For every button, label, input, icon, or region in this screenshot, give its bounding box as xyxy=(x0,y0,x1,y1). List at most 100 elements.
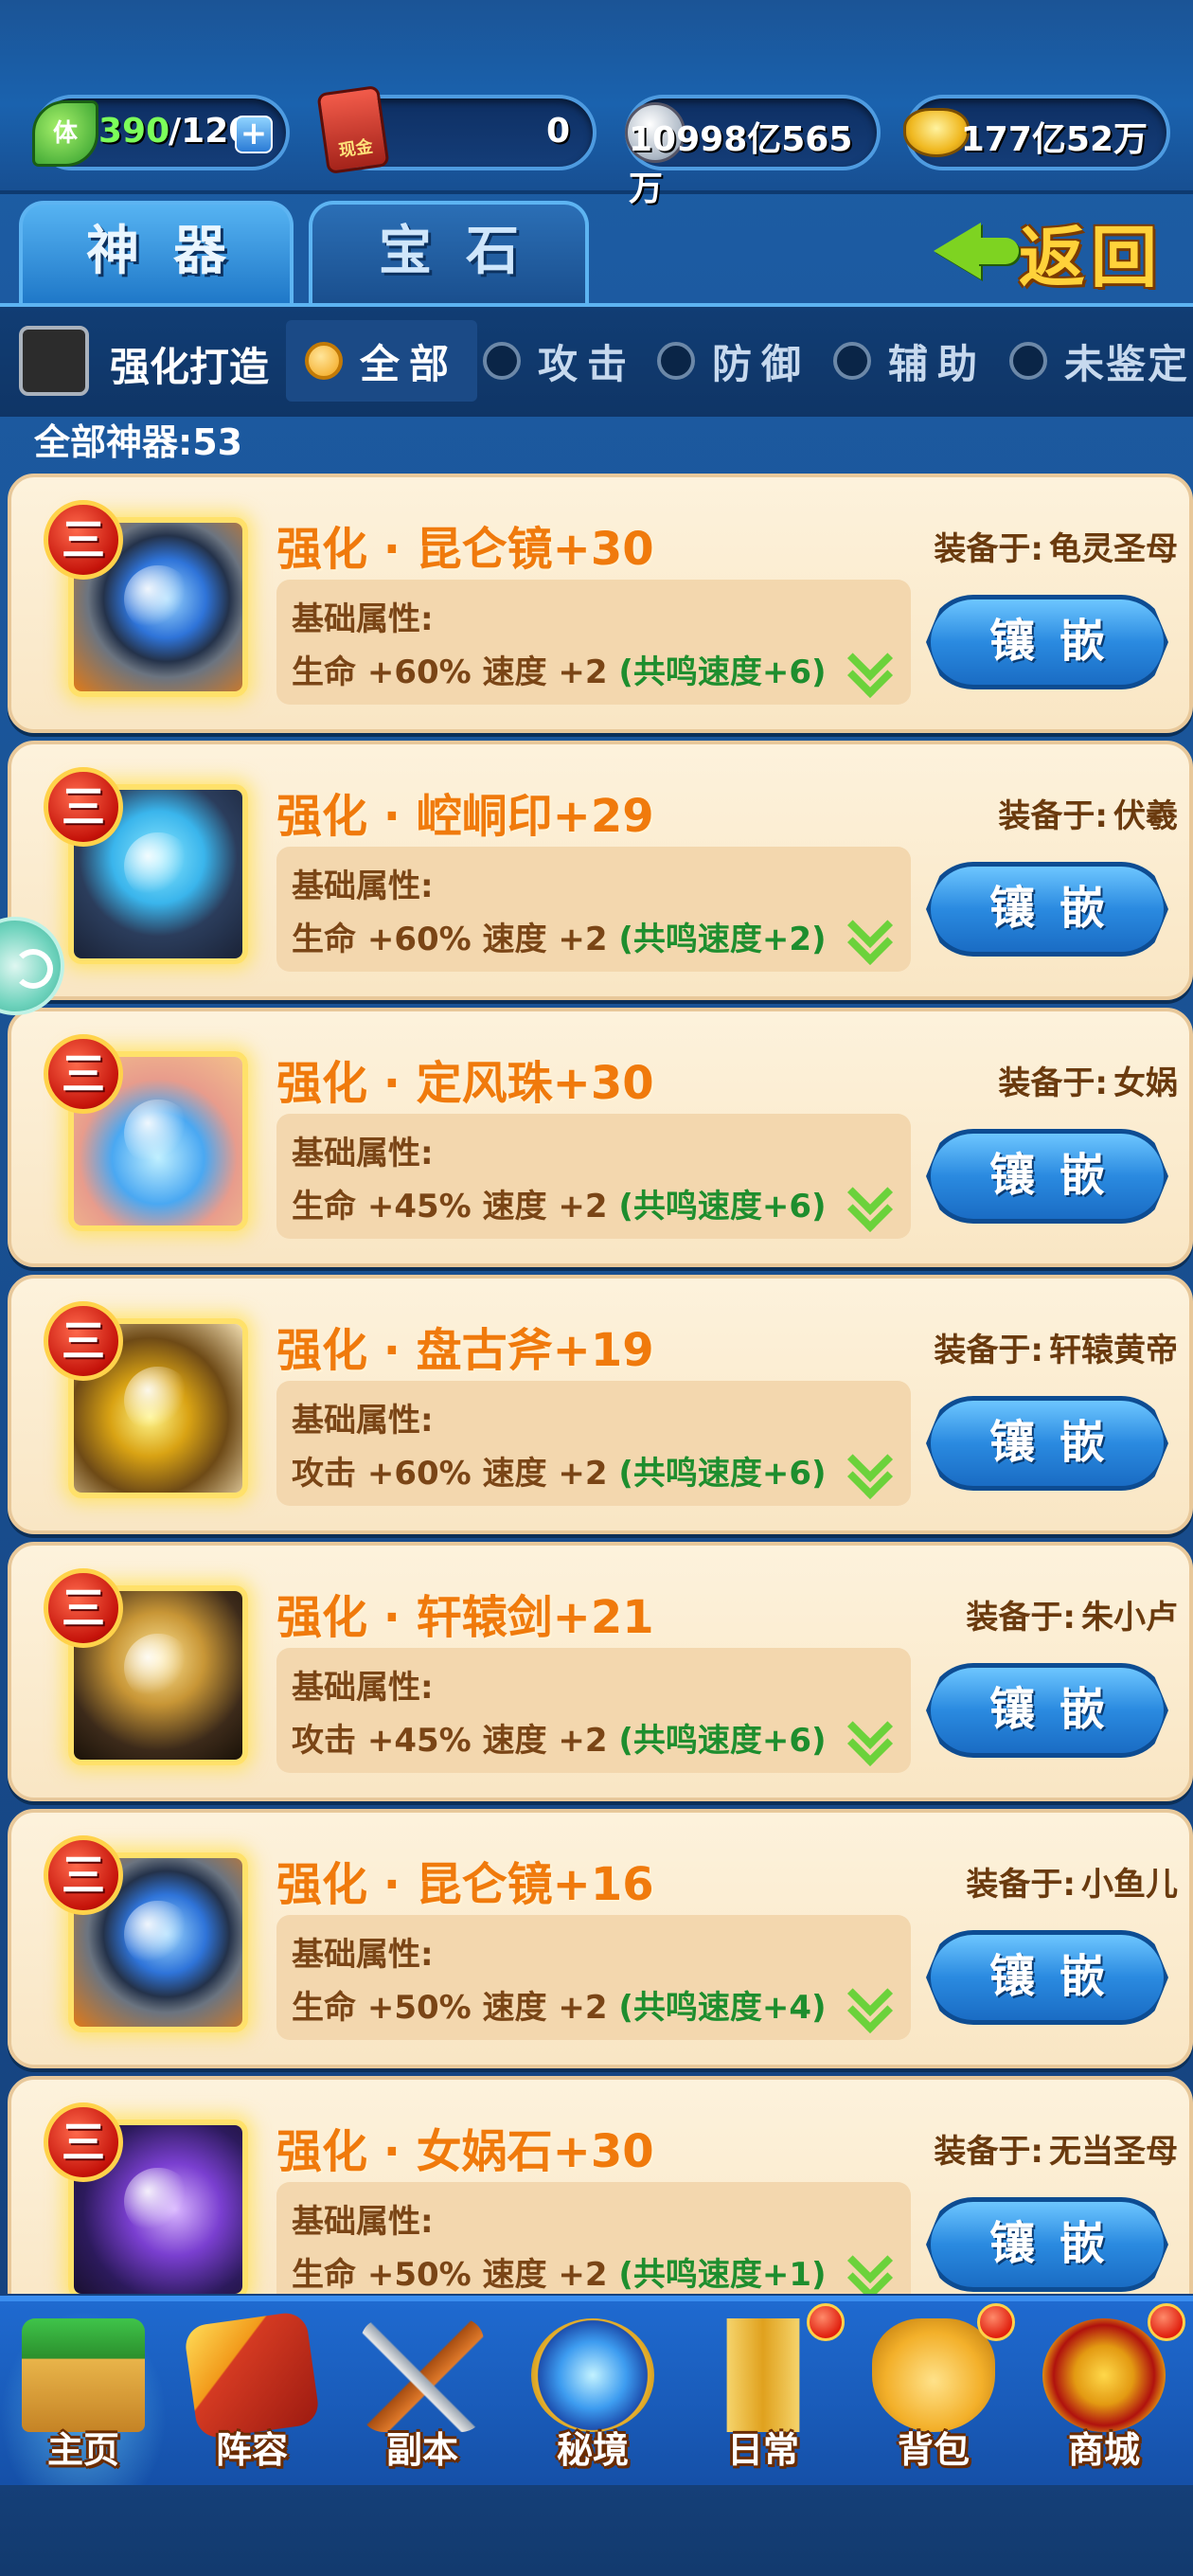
inlay-button[interactable]: 镶嵌 xyxy=(926,1930,1168,2025)
stamina-counter: 体 390 /120 + xyxy=(32,95,290,170)
artifact-card: 三 强化 · 盘古斧+19 装备于: 轩辕黄帝 基础属性: 攻击 +60% 速度 … xyxy=(8,1275,1193,1534)
radio-icon xyxy=(833,342,871,380)
tab-artifact[interactable]: 神器 xyxy=(19,201,294,303)
tier-badge: 三 xyxy=(44,1301,123,1381)
attribute-box: 基础属性: 生命 +50% 速度 +2 (共鸣速度+4) xyxy=(276,1915,911,2040)
resonance-bonus: (共鸣速度+4) xyxy=(618,1989,827,2027)
expand-chevron-icon[interactable] xyxy=(843,1716,894,1763)
filter-all[interactable]: 全部 xyxy=(286,320,478,402)
inlay-button[interactable]: 镶嵌 xyxy=(926,595,1168,689)
nav-bag[interactable]: 背包 xyxy=(850,2303,1017,2487)
inlay-button[interactable]: 镶嵌 xyxy=(926,1663,1168,1758)
filter-label: 辅助 xyxy=(888,340,988,387)
bottom-nav: 主页 阵容 副本 秘境 日常 背包 商城 xyxy=(0,2296,1193,2487)
enhance-forge-checkbox[interactable] xyxy=(19,326,89,396)
equipped-on: 装备于: 朱小卢 xyxy=(966,1591,1178,1637)
expand-chevron-icon[interactable] xyxy=(843,2250,894,2294)
nav-dungeon[interactable]: 副本 xyxy=(339,2311,506,2487)
artifact-card: 三 强化 · 昆仑镜+30 装备于: 龟灵圣母 基础属性: 生命 +60% 速度 … xyxy=(8,474,1193,733)
artifact-count: 全部神器:53 xyxy=(34,421,243,463)
daily-icon xyxy=(702,2318,825,2432)
attribute-title: 基础属性: xyxy=(292,1669,434,1707)
attr-stats: 生命 +45% 速度 +2 xyxy=(292,1188,619,1225)
filter-unidentified[interactable]: 未鉴定 xyxy=(1009,320,1189,402)
silver-value: 10998亿565万 xyxy=(629,120,853,208)
silver-counter: 10998亿565万 xyxy=(625,95,881,208)
nav-shop[interactable]: 商城 xyxy=(1021,2303,1187,2487)
equip-target: 女娲 xyxy=(1113,1064,1178,1102)
tier-badge: 三 xyxy=(44,1568,123,1648)
expand-chevron-icon[interactable] xyxy=(843,1182,894,1229)
cash-icon: 现金 xyxy=(316,84,390,175)
enhance-forge-label: 强化打造 xyxy=(110,344,270,390)
back-button[interactable]: 返回 xyxy=(934,205,1170,299)
add-stamina-button[interactable]: + xyxy=(235,116,273,153)
attribute-title: 基础属性: xyxy=(292,600,434,638)
attribute-title: 基础属性: xyxy=(292,1936,434,1974)
equip-label: 装备于: xyxy=(934,530,1043,568)
attribute-values: 生命 +45% 速度 +2 (共鸣速度+6) xyxy=(292,1180,827,1226)
expand-chevron-icon[interactable] xyxy=(843,915,894,962)
nav-lineup[interactable]: 阵容 xyxy=(169,2310,335,2487)
attribute-box: 基础属性: 生命 +50% 速度 +2 (共鸣速度+1) xyxy=(276,2182,911,2294)
attr-stats: 攻击 +60% 速度 +2 xyxy=(292,1455,619,1493)
filter-defense[interactable]: 防御 xyxy=(657,320,810,402)
expand-chevron-icon[interactable] xyxy=(843,648,894,695)
footer-strip xyxy=(0,2485,1193,2576)
attr-stats: 生命 +60% 速度 +2 xyxy=(292,921,619,958)
notification-dot xyxy=(977,2303,1015,2341)
nav-daily[interactable]: 日常 xyxy=(680,2303,846,2487)
back-label: 返回 xyxy=(1019,218,1163,296)
nav-label: 日常 xyxy=(726,2429,799,2471)
inlay-button[interactable]: 镶嵌 xyxy=(926,862,1168,957)
nav-label: 商城 xyxy=(1067,2429,1140,2471)
attribute-box: 基础属性: 生命 +45% 速度 +2 (共鸣速度+6) xyxy=(276,1114,911,1239)
tier-badge: 三 xyxy=(44,1835,123,1915)
artifact-list[interactable]: 三 强化 · 昆仑镜+30 装备于: 龟灵圣母 基础属性: 生命 +60% 速度 … xyxy=(0,470,1193,2294)
filter-label: 攻击 xyxy=(538,340,637,387)
attribute-values: 生命 +50% 速度 +2 (共鸣速度+1) xyxy=(292,2248,827,2294)
artifact-card: 三 强化 · 女娲石+30 装备于: 无当圣母 基础属性: 生命 +50% 速度 … xyxy=(8,2076,1193,2294)
filter-label: 全部 xyxy=(360,340,459,387)
artifact-card: 三 强化 · 崆峒印+29 装备于: 伏羲 基础属性: 生命 +60% 速度 +2… xyxy=(8,741,1193,1000)
filter-attack[interactable]: 攻击 xyxy=(483,320,636,402)
equipped-on: 装备于: 小鱼儿 xyxy=(966,1858,1178,1905)
attr-stats: 生命 +50% 速度 +2 xyxy=(292,1989,619,2027)
equip-target: 伏羲 xyxy=(1113,797,1178,835)
attribute-values: 攻击 +45% 速度 +2 (共鸣速度+6) xyxy=(292,1714,827,1761)
nav-label: 秘境 xyxy=(556,2429,629,2471)
resonance-bonus: (共鸣速度+2) xyxy=(618,921,827,958)
equipped-on: 装备于: 无当圣母 xyxy=(934,2125,1178,2172)
artifact-name: 强化 · 女娲石+30 xyxy=(276,2125,654,2178)
expand-chevron-icon[interactable] xyxy=(843,1449,894,1496)
filter-support[interactable]: 辅助 xyxy=(833,320,987,402)
inlay-button[interactable]: 镶嵌 xyxy=(926,1129,1168,1224)
stamina-icon: 体 xyxy=(32,100,98,167)
equip-label: 装备于: xyxy=(934,2133,1043,2171)
inlay-button[interactable]: 镶嵌 xyxy=(926,2197,1168,2292)
resonance-bonus: (共鸣速度+6) xyxy=(618,1722,827,1760)
resonance-bonus: (共鸣速度+6) xyxy=(618,653,827,691)
equipped-on: 装备于: 伏羲 xyxy=(998,790,1178,836)
attribute-box: 基础属性: 生命 +60% 速度 +2 (共鸣速度+2) xyxy=(276,847,911,972)
notification-dot xyxy=(807,2303,845,2341)
inlay-button[interactable]: 镶嵌 xyxy=(926,1396,1168,1491)
artifact-name: 强化 · 轩辕剑+21 xyxy=(276,1591,654,1644)
radio-selected-icon xyxy=(305,342,343,380)
equip-label: 装备于: xyxy=(966,1866,1076,1904)
bag-icon xyxy=(872,2318,995,2432)
expand-chevron-icon[interactable] xyxy=(843,1983,894,2030)
attribute-title: 基础属性: xyxy=(292,1402,434,1440)
equip-target: 朱小卢 xyxy=(1081,1599,1178,1637)
attr-stats: 生命 +60% 速度 +2 xyxy=(292,653,619,691)
filter-label: 防御 xyxy=(712,340,811,387)
tab-gem[interactable]: 宝石 xyxy=(309,201,589,303)
tier-badge: 三 xyxy=(44,2102,123,2182)
nav-home[interactable]: 主页 xyxy=(0,2311,167,2487)
nav-secret-realm[interactable]: 秘境 xyxy=(509,2311,676,2487)
attribute-box: 基础属性: 攻击 +45% 速度 +2 (共鸣速度+6) xyxy=(276,1648,911,1773)
tier-badge: 三 xyxy=(44,1034,123,1114)
attribute-values: 生命 +60% 速度 +2 (共鸣速度+6) xyxy=(292,646,827,692)
equip-target: 龟灵圣母 xyxy=(1049,530,1178,568)
attribute-box: 基础属性: 生命 +60% 速度 +2 (共鸣速度+6) xyxy=(276,580,911,705)
